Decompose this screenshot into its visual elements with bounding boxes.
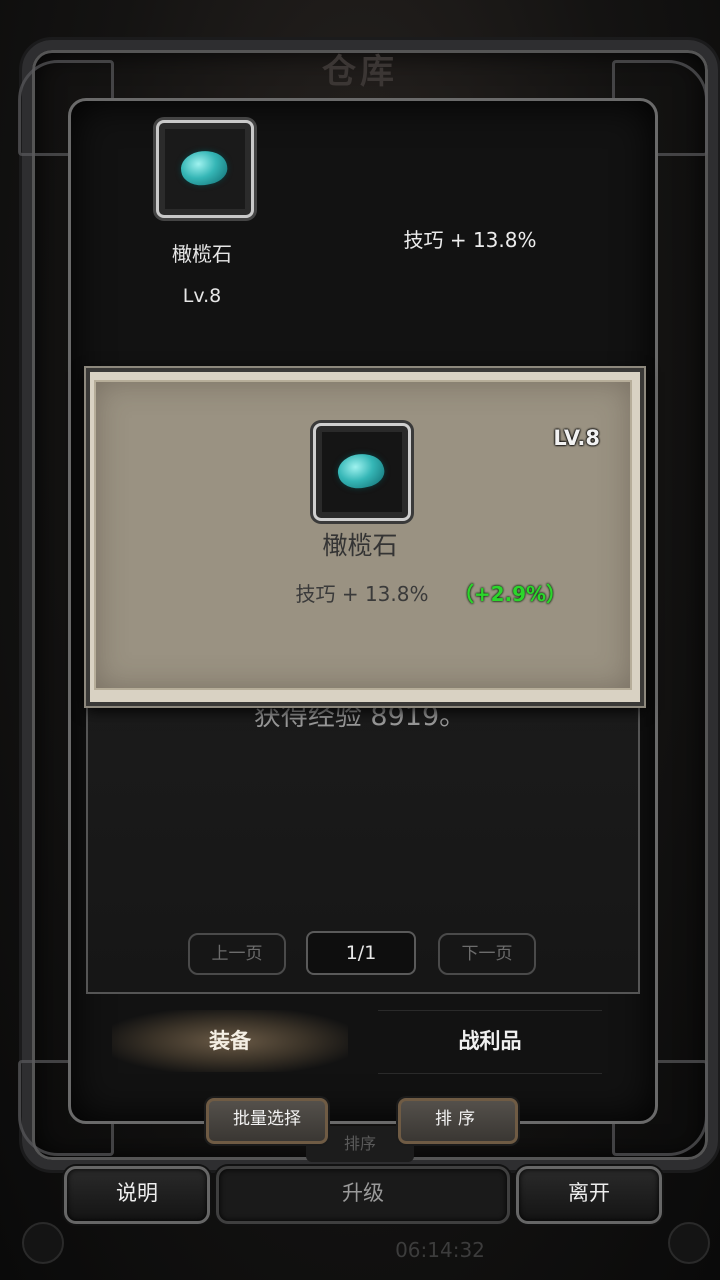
sort-button[interactable]: 排序 (398, 1098, 518, 1144)
next-page-button[interactable]: 下一页 (438, 933, 536, 975)
tooltip-stat-bonus: （+2.9%） (453, 582, 567, 606)
olivine-gem-icon (334, 449, 388, 493)
leave-button[interactable]: 离开 (516, 1166, 662, 1224)
menu-icon (22, 1222, 64, 1264)
tab-loot[interactable]: 战利品 (378, 1010, 602, 1074)
tooltip-item-name: 橄榄石 (322, 531, 398, 560)
batch-select-button[interactable]: 批量选择 (206, 1098, 328, 1144)
screen-title: 仓库 (322, 52, 398, 92)
game-clock: 06:14:32 (395, 1238, 485, 1262)
tooltip-item-slot (313, 423, 411, 521)
selected-item-level: Lv.8 (182, 285, 222, 307)
settings-icon (668, 1222, 710, 1264)
help-button[interactable]: 说明 (64, 1166, 210, 1224)
tooltip-item-stat: 技巧 + 13.8% (295, 582, 429, 606)
selected-item-stat: 技巧 + 13.8% (403, 228, 537, 252)
tooltip-item-level: LV.8 (553, 426, 600, 450)
prev-page-button[interactable]: 上一页 (188, 933, 286, 975)
upgrade-button[interactable]: 升级 (216, 1166, 510, 1224)
tab-equipment[interactable]: 装备 (112, 1010, 348, 1072)
page-indicator: 1/1 (306, 931, 416, 975)
selected-item-name: 橄榄石 (172, 242, 232, 266)
selected-item-slot[interactable] (156, 120, 254, 218)
olivine-gem-icon (177, 146, 231, 190)
